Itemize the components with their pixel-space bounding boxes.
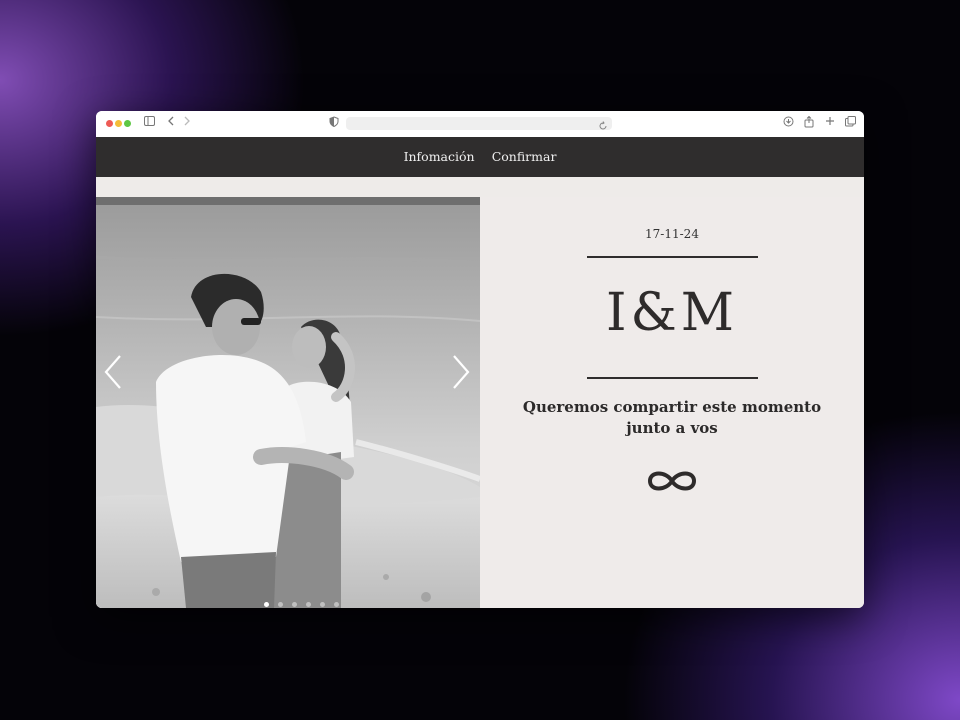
browser-window: Infomación Confirmar 17-11-24 I&M Querem… xyxy=(96,111,864,608)
close-window-button[interactable] xyxy=(106,120,113,127)
photo-carousel[interactable] xyxy=(96,197,480,608)
infinity-icon xyxy=(647,471,697,491)
carousel-next-button[interactable] xyxy=(448,352,474,392)
invitation-message-line-2: junto a vos xyxy=(626,419,718,437)
chevron-right-icon xyxy=(453,355,470,389)
tab-overview-icon[interactable] xyxy=(845,116,856,131)
back-icon[interactable] xyxy=(167,116,175,130)
invitation-message: Queremos compartir este momento junto a … xyxy=(520,397,824,439)
download-icon[interactable] xyxy=(783,116,794,131)
divider-bottom xyxy=(587,377,758,379)
invitation-panel: 17-11-24 I&M Queremos compartir este mom… xyxy=(480,197,864,608)
invitation-message-line-1: Queremos compartir este momento xyxy=(522,398,822,416)
minimize-window-button[interactable] xyxy=(115,120,122,127)
reload-icon[interactable] xyxy=(599,117,608,136)
nav-link-informacion[interactable]: Infomación xyxy=(404,137,475,177)
site-navbar: Infomación Confirmar xyxy=(96,137,864,177)
browser-toolbar xyxy=(96,111,864,138)
share-icon[interactable] xyxy=(804,115,814,132)
couple-photo xyxy=(96,197,480,608)
header-spacer xyxy=(96,177,864,197)
maximize-window-button[interactable] xyxy=(124,120,131,127)
address-bar[interactable] xyxy=(346,117,612,130)
event-date: 17-11-24 xyxy=(645,227,699,241)
carousel-indicators xyxy=(262,592,341,607)
sidebar-toggle-icon[interactable] xyxy=(144,116,155,130)
forward-icon[interactable] xyxy=(183,116,191,130)
couple-monogram: I&M xyxy=(605,283,739,343)
privacy-shield-icon xyxy=(329,116,339,131)
new-tab-icon[interactable] xyxy=(825,116,835,130)
nav-link-confirmar[interactable]: Confirmar xyxy=(492,137,557,177)
carousel-prev-button[interactable] xyxy=(100,352,126,392)
carousel-dot[interactable] xyxy=(264,602,269,607)
divider-top xyxy=(587,256,758,258)
chevron-left-icon xyxy=(104,355,121,389)
